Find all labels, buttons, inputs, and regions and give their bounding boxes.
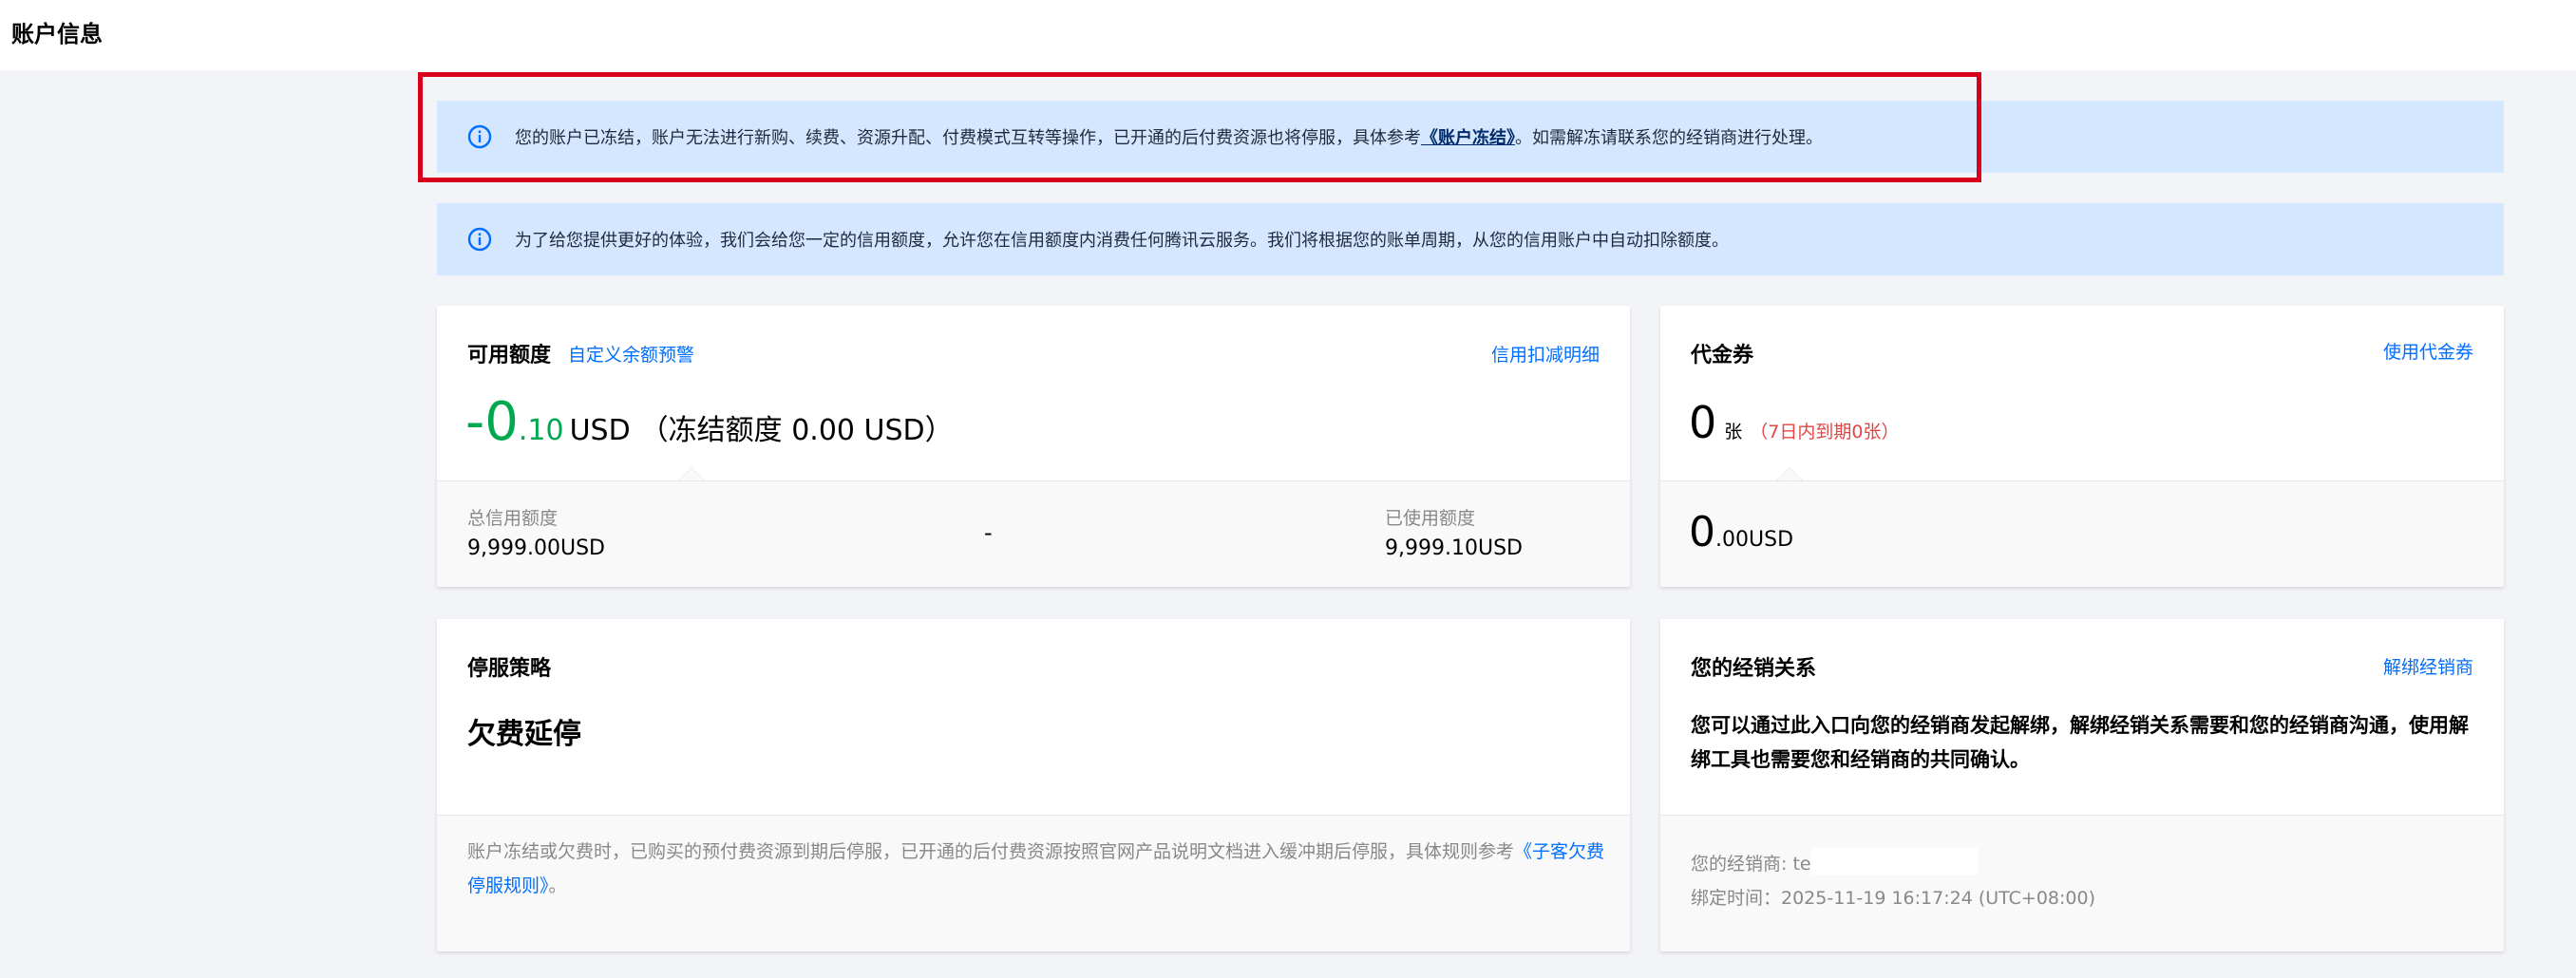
info-circle-icon	[467, 227, 492, 252]
credit-card-title: 可用额度	[467, 344, 552, 367]
reseller-relationship-card: 您的经销关系 解绑经销商 您可以通过此入口向您的经销商发起解绑，解绑经销关系需要…	[1660, 619, 2504, 951]
voucher-card-title: 代金券	[1691, 344, 1754, 367]
policy-description: 账户冻结或欠费时，已购买的预付费资源到期后停服，已开通的后付费资源按照官网产品说…	[467, 841, 1605, 896]
voucher-count: 0 张 （7日内到期0张）	[1689, 397, 1899, 448]
available-amount: -0.10 USD （冻结额度 0.00 USD）	[465, 391, 954, 453]
page-title: 账户信息	[11, 21, 103, 47]
policy-desc-band: 账户冻结或欠费时，已购买的预付费资源到期后停服，已开通的后付费资源按照官网产品说…	[437, 815, 1630, 951]
unbind-reseller-link[interactable]: 解绑经销商	[2383, 653, 2473, 679]
custom-balance-alert-link[interactable]: 自定义余额预警	[568, 341, 694, 367]
credit-deduction-detail-link[interactable]: 信用扣减明细	[1491, 341, 1600, 367]
reseller-card-title: 您的经销关系	[1691, 657, 1817, 681]
credit-alert: 为了给您提供更好的体验，我们会给您一定的信用额度，允许您在信用额度内消费任何腾讯…	[437, 203, 2504, 275]
voucher-amount-integer: 0	[1689, 508, 1715, 556]
credit-alert-text: 为了给您提供更好的体验，我们会给您一定的信用额度，允许您在信用额度内消费任何腾讯…	[515, 231, 1729, 251]
voucher-count-value: 0	[1689, 397, 1717, 448]
credit-summary-band: 总信用额度 9,999.00USD - 已使用额度 9,999.10USD	[437, 467, 1630, 587]
amount-decimal: .10	[518, 414, 564, 447]
summary-separator: -	[984, 519, 993, 546]
available-credit-card: 可用额度 自定义余额预警 信用扣减明细 -0.10 USD （冻结额度 0.00 U…	[437, 306, 1630, 587]
frozen-amount: （冻结额度 0.00 USD）	[639, 414, 954, 447]
total-credit-label: 总信用额度	[467, 508, 559, 529]
bind-time: 绑定时间：2025-11-19 16:17:24 (UTC+08:00)	[1691, 888, 2095, 909]
notch	[1776, 467, 1803, 480]
amount-currency: USD	[569, 414, 631, 447]
reseller-name: 您的经销商: te	[1691, 854, 1811, 875]
policy-card-title: 停服策略	[467, 657, 552, 681]
voucher-amount-currency: USD	[1749, 528, 1794, 552]
reseller-info-band: 您的经销商: te 绑定时间：2025-11-19 16:17:24 (UTC+…	[1660, 815, 2504, 951]
top-bar: 账户信息	[0, 0, 2576, 70]
policy-value: 欠费延停	[467, 718, 581, 751]
used-credit-value: 9,999.10USD	[1385, 536, 1523, 560]
voucher-amount-band: 0.00USD	[1660, 467, 2504, 587]
reseller-description: 您可以通过此入口向您的经销商发起解绑，解绑经销关系需要和您的经销商沟通，使用解绑…	[1691, 714, 2469, 771]
voucher-card: 代金券 使用代金券 0 张（7日内到期0张） 0.00USD	[1660, 306, 2504, 587]
voucher-amount-decimal: .00	[1715, 528, 1749, 552]
highlight-box	[418, 72, 1981, 182]
voucher-count-unit: 张	[1724, 422, 1743, 442]
amount-integer: -0	[465, 391, 519, 453]
voucher-amount: 0.00USD	[1689, 508, 1793, 556]
use-voucher-link[interactable]: 使用代金券	[2383, 338, 2473, 364]
used-credit-label: 已使用额度	[1385, 508, 1476, 529]
reseller-name-mask	[1810, 848, 1978, 875]
voucher-expiring: （7日内到期0张）	[1750, 422, 1900, 442]
total-credit-value: 9,999.00USD	[467, 536, 605, 560]
service-stop-policy-card: 停服策略 欠费延停 账户冻结或欠费时，已购买的预付费资源到期后停服，已开通的后付…	[437, 619, 1630, 951]
notch	[678, 467, 705, 480]
